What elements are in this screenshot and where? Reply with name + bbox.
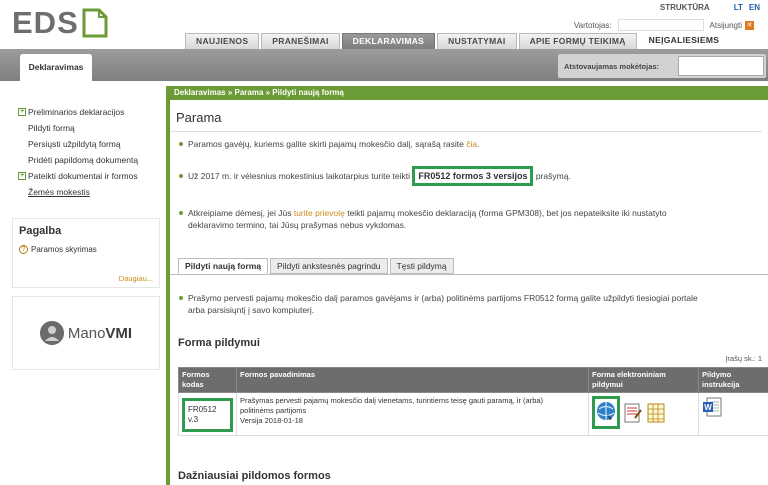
payer-select[interactable]	[678, 56, 764, 76]
help-more-link[interactable]: Daugiau...	[119, 274, 153, 283]
form-version-highlight: FR0512 formos 3 versijos	[412, 166, 534, 186]
tab-naujienos[interactable]: NAUJIENOS	[185, 33, 260, 49]
cell-electronic	[588, 392, 699, 436]
word-document-icon[interactable]: W	[702, 396, 724, 418]
sidebar-item-pateikti-dokumentai[interactable]: + Pateikti dokumentai ir formos	[18, 168, 160, 184]
main-nav: NAUJIENOS PRANEŠIMAI DEKLARAVIMAS NUSTAT…	[185, 33, 729, 49]
sidebar-item-persiusti[interactable]: Persiųsti užpildytą formą	[18, 136, 160, 152]
sidebar-item-prideti-dokumenta[interactable]: Pridėti papildomą dokumentą	[18, 152, 160, 168]
frequent-forms-title: Dažniausiai pildomos formos	[178, 470, 331, 482]
form-section-title: Forma pildymui	[178, 337, 260, 349]
mano-vmi-banner[interactable]: ManoVMI	[12, 296, 160, 370]
cell-name: Prašymas pervesti pajamų mokesčio dalį v…	[236, 392, 589, 436]
col-header-name: Formos pavadinimas	[236, 367, 589, 393]
subtab-new-form[interactable]: Pildyti naują formą	[178, 258, 269, 274]
help-box: Pagalba ? Paramos skyrimas Daugiau...	[12, 218, 160, 288]
logout-button[interactable]: Atsijungti ✕	[709, 20, 754, 30]
sidebar-item-zemes-mokestis[interactable]: Žemės mokestis	[18, 184, 160, 200]
sidebar-item-label: Žemės mokestis	[28, 187, 90, 197]
help-item-label: Paramos skyrimas	[31, 245, 97, 254]
info-bullet-1: Paramos gavėjų, kuriems galite skirti pa…	[179, 139, 480, 149]
info-bullet-3: Atkreipiame dėmesį, jei Jūs turite priev…	[179, 208, 667, 230]
page-title: Parama	[170, 100, 762, 132]
mano-vmi-text: ManoVMI	[67, 324, 133, 342]
subtab-previous-based[interactable]: Pildyti ankstesnės pagrindu	[270, 258, 388, 274]
header: EDS STRUKTŪRA LT EN Vartotojas: Atsijung…	[0, 0, 768, 50]
top-links: STRUKTŪRA LT EN	[660, 3, 760, 12]
online-fill-button[interactable]	[592, 396, 620, 429]
sidebar-item-label: Pateikti dokumentai ir formos	[28, 171, 138, 181]
user-avatar-icon	[39, 321, 64, 345]
tab-apie-formu-teikima[interactable]: APIE FORMŲ TEIKIMĄ	[518, 33, 637, 49]
user-field	[617, 19, 704, 31]
close-icon: ✕	[745, 20, 754, 30]
subtab-divider	[170, 274, 768, 275]
sidebar-item-preliminarios[interactable]: + Preliminarios deklaracijos	[18, 104, 160, 120]
sidebar-item-label: Pildyti formą	[28, 123, 75, 133]
col-header-electronic: Forma elektroniniam pildymui	[588, 367, 699, 393]
subtab-continue[interactable]: Tęsti pildymą	[389, 258, 454, 274]
expand-icon: +	[18, 172, 26, 180]
lang-lt-link[interactable]: LT	[734, 3, 743, 12]
cell-code: FR0512 v.3	[178, 392, 237, 436]
col-header-code: Formos kodas	[178, 367, 237, 393]
col-header-instruction: Pildymo instrukcija	[698, 367, 768, 393]
form-edit-icon[interactable]	[623, 402, 643, 424]
document-icon	[82, 8, 108, 38]
logout-label: Atsijungti	[709, 20, 742, 30]
form-grid-icon[interactable]	[646, 402, 666, 424]
info-bullet-2: Už 2017 m. ir vėlesnius mokestinius laik…	[179, 166, 571, 186]
payer-selector: Atstovaujamas mokėtojas:	[558, 54, 766, 78]
sidebar-item-pildyti-forma[interactable]: Pildyti formą	[18, 120, 160, 136]
question-icon: ?	[19, 245, 28, 254]
lang-en-link[interactable]: EN	[749, 3, 760, 12]
sidebar-menu: + Preliminarios deklaracijos Pildyti for…	[12, 98, 160, 204]
sidebar-item-label: Pridėti papildomą dokumentą	[28, 155, 139, 165]
tab-nustatymai[interactable]: NUSTATYMAI	[437, 33, 517, 49]
section-tab-deklaravimas[interactable]: Deklaravimas	[20, 54, 92, 81]
cell-instruction: W	[698, 392, 768, 436]
user-label: Vartotojas:	[573, 20, 612, 30]
svg-text:W: W	[704, 403, 712, 412]
expand-icon: +	[18, 108, 26, 116]
sidebar: + Preliminarios deklaracijos Pildyti for…	[12, 98, 160, 370]
structure-link[interactable]: STRUKTŪRA	[660, 3, 710, 12]
form-table: Formos kodas Formos pavadinimas Forma el…	[178, 367, 768, 436]
obligation-link[interactable]: turite prievolę	[294, 208, 345, 218]
form-subtabs: Pildyti naują formą Pildyti ankstesnės p…	[178, 258, 454, 274]
eds-logo[interactable]: EDS	[12, 5, 108, 40]
help-title: Pagalba	[19, 225, 62, 237]
logo-text: EDS	[12, 5, 79, 40]
tab-pranesimai[interactable]: PRANEŠIMAI	[261, 33, 340, 49]
sidebar-item-label: Persiųsti užpildytą formą	[28, 139, 121, 149]
table-row: FR0512 v.3 Prašymas pervesti pajamų moke…	[178, 392, 768, 436]
login-area: Vartotojas: Atsijungti ✕	[574, 19, 754, 31]
info-bullet-4: Prašymo pervesti pajamų mokesčio dalį pa…	[179, 293, 698, 315]
main-content: Deklaravimas » Parama » Pildyti naują fo…	[166, 86, 768, 485]
tab-deklaravimas[interactable]: DEKLARAVIMAS	[341, 33, 436, 49]
payer-label: Atstovaujamas mokėtojas:	[564, 61, 660, 71]
record-count: Įrašų sk.: 1	[725, 354, 762, 363]
help-link-paramos-skyrimas[interactable]: ? Paramos skyrimas	[19, 245, 153, 254]
sidebar-item-label: Preliminarios deklaracijos	[28, 107, 125, 117]
recipients-link[interactable]: čia	[466, 139, 477, 149]
tab-neigaliesiems[interactable]: NEĮGALIESIEMS	[639, 33, 730, 49]
form-code-highlight: FR0512 v.3	[182, 398, 233, 432]
globe-icon	[597, 402, 615, 420]
breadcrumb: Deklaravimas » Parama » Pildyti naują fo…	[170, 86, 768, 100]
